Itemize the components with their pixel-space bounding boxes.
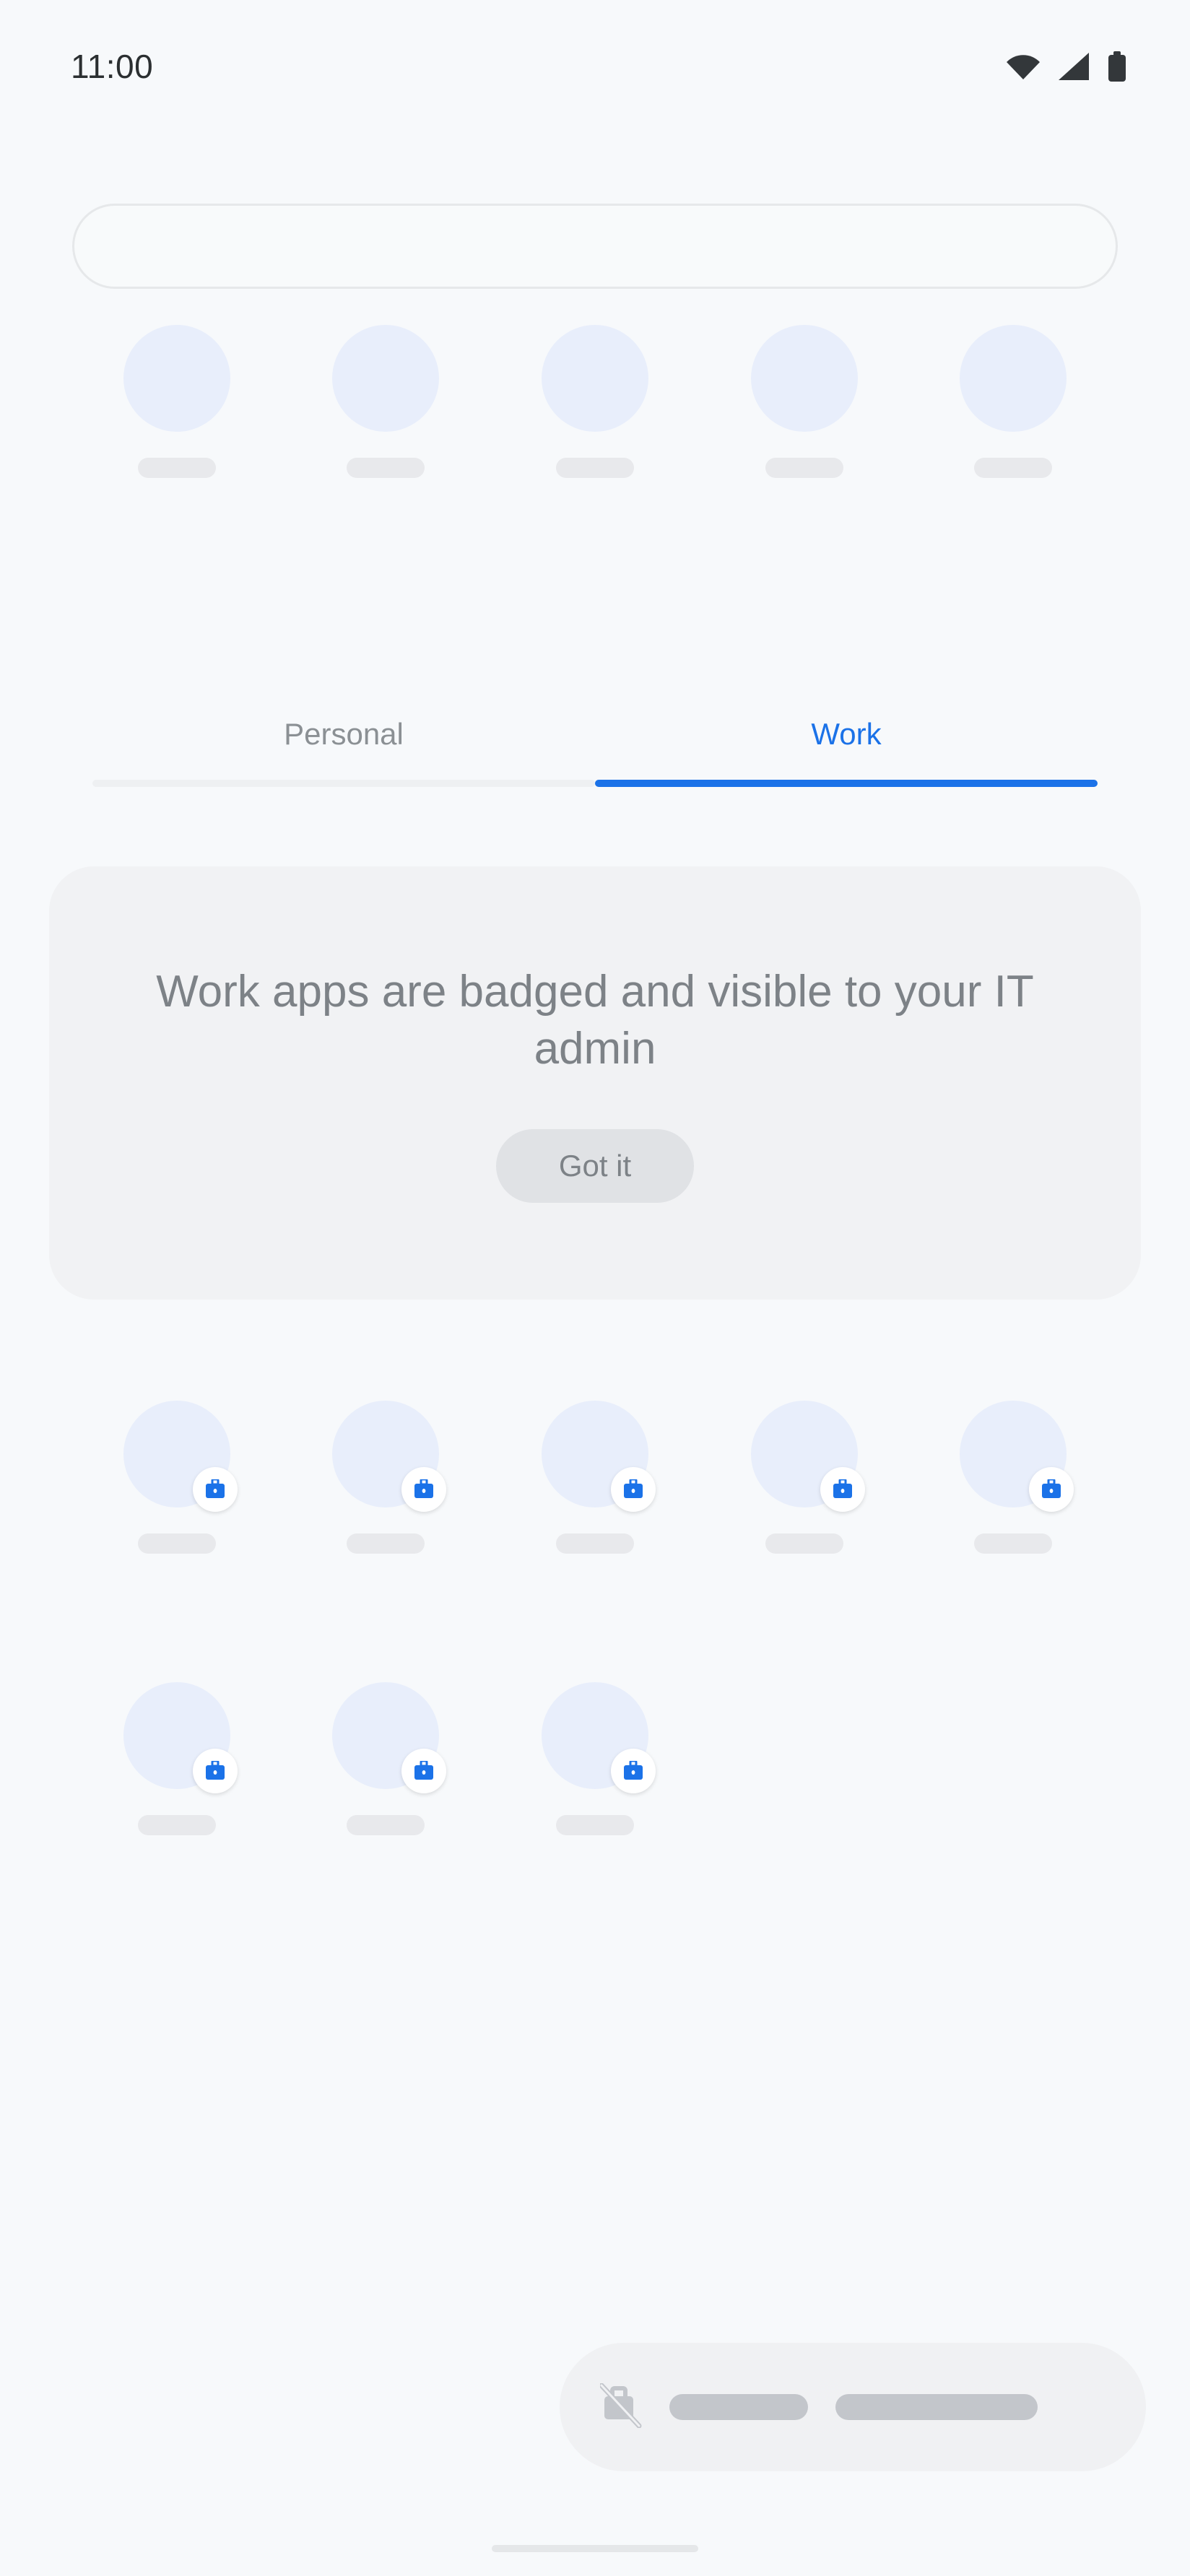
- tab-personal-underline: [92, 780, 595, 787]
- app-item[interactable]: [490, 325, 700, 478]
- work-profile-toggle-bar[interactable]: [560, 2343, 1146, 2471]
- search-input[interactable]: [72, 204, 1118, 289]
- work-briefcase-icon: [820, 1467, 865, 1512]
- app-item[interactable]: [700, 325, 909, 478]
- app-item[interactable]: [72, 325, 282, 478]
- bottom-bar-placeholder-2: [835, 2394, 1038, 2420]
- app-icon-wrap: [541, 325, 648, 432]
- home-gesture-indicator[interactable]: [492, 2545, 698, 2552]
- work-profile-home-screen: 11:00 Personal Work Work apps are badged…: [0, 0, 1190, 2576]
- app-icon-wrap: [541, 1401, 656, 1512]
- app-label-placeholder: [347, 1533, 425, 1554]
- work-app-item[interactable]: [282, 1682, 491, 1835]
- work-apps-row-2: [72, 1682, 1118, 1835]
- app-label-placeholder: [974, 1533, 1053, 1554]
- app-label-placeholder: [765, 458, 843, 478]
- app-icon-wrap: [123, 325, 230, 432]
- work-profile-info-card: Work apps are badged and visible to your…: [49, 866, 1141, 1300]
- app-icon-wrap: [332, 325, 440, 432]
- app-icon-wrap: [750, 1401, 865, 1512]
- work-app-item[interactable]: [490, 1682, 700, 1835]
- work-briefcase-icon: [1029, 1467, 1074, 1512]
- app-icon-wrap: [123, 1682, 238, 1793]
- app-icon-placeholder: [332, 325, 440, 432]
- app-icon-placeholder: [750, 325, 858, 432]
- tab-work[interactable]: Work: [595, 695, 1098, 774]
- work-profile-off-icon: [599, 2383, 642, 2432]
- bottom-bar-placeholder-1: [669, 2394, 808, 2420]
- work-briefcase-icon: [192, 1467, 238, 1512]
- app-label-placeholder: [555, 458, 634, 478]
- work-app-item[interactable]: [908, 1401, 1118, 1554]
- status-bar-icons: [1007, 51, 1126, 82]
- app-label-placeholder: [555, 1815, 634, 1835]
- info-card-message: Work apps are badged and visible to your…: [156, 966, 1034, 1074]
- work-briefcase-icon: [610, 1749, 656, 1793]
- app-label-placeholder: [974, 458, 1053, 478]
- app-cell-empty: [700, 1682, 909, 1835]
- app-icon-wrap: [332, 1401, 447, 1512]
- work-briefcase-icon: [610, 1467, 656, 1512]
- work-app-item[interactable]: [490, 1401, 700, 1554]
- app-label-placeholder: [137, 1815, 216, 1835]
- app-label-placeholder: [137, 458, 216, 478]
- work-apps-row-1: [72, 1401, 1118, 1554]
- wifi-icon: [1007, 53, 1040, 79]
- profile-tabs: Personal Work: [92, 695, 1098, 796]
- tab-work-selected-indicator: [595, 780, 1098, 787]
- app-suggestion-row: [72, 325, 1118, 478]
- cellular-signal-icon: [1059, 53, 1089, 80]
- app-icon-wrap: [750, 325, 858, 432]
- app-label-placeholder: [555, 1533, 634, 1554]
- app-label-placeholder: [347, 1815, 425, 1835]
- work-app-item[interactable]: [72, 1682, 282, 1835]
- app-icon-wrap: [960, 1401, 1074, 1512]
- status-bar: 11:00: [0, 0, 1190, 108]
- app-icon-wrap: [123, 1401, 238, 1512]
- work-briefcase-icon: [401, 1467, 447, 1512]
- app-item[interactable]: [908, 325, 1118, 478]
- tab-personal[interactable]: Personal: [92, 695, 595, 774]
- app-icon-placeholder: [123, 325, 230, 432]
- battery-icon: [1108, 51, 1126, 82]
- app-label-placeholder: [137, 1533, 216, 1554]
- app-label-placeholder: [765, 1533, 843, 1554]
- work-briefcase-icon: [401, 1749, 447, 1793]
- work-briefcase-icon: [192, 1749, 238, 1793]
- got-it-button[interactable]: Got it: [496, 1129, 694, 1204]
- app-label-placeholder: [347, 458, 425, 478]
- status-bar-clock: 11:00: [71, 48, 154, 85]
- app-icon-placeholder: [541, 325, 648, 432]
- app-cell-empty: [908, 1682, 1118, 1835]
- work-app-item[interactable]: [72, 1401, 282, 1554]
- app-icon-wrap: [541, 1682, 656, 1793]
- work-app-item[interactable]: [700, 1401, 909, 1554]
- app-icon-placeholder: [960, 325, 1067, 432]
- work-app-item[interactable]: [282, 1401, 491, 1554]
- app-icon-wrap: [960, 325, 1067, 432]
- app-item[interactable]: [282, 325, 491, 478]
- app-icon-wrap: [332, 1682, 447, 1793]
